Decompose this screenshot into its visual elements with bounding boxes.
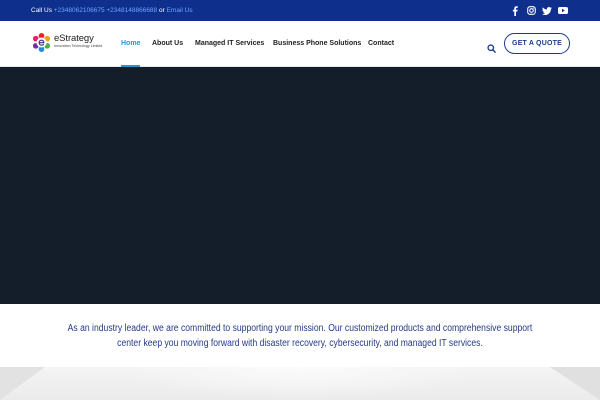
or-label: or	[157, 7, 167, 14]
search-icon[interactable]	[487, 40, 496, 53]
nav-item-home[interactable]: Home	[121, 40, 140, 47]
social-links	[510, 5, 568, 16]
facebook-icon[interactable]	[510, 5, 520, 16]
section-background	[0, 367, 600, 400]
phone-link-1[interactable]: +2348062106675	[54, 7, 105, 14]
nav-item-business-phone-solutions[interactable]: Business Phone Solutions	[273, 40, 361, 47]
contact-info: Call Us +2348062106675 +2348148866688 or…	[31, 7, 193, 14]
logo-name: eStrategy	[54, 33, 94, 44]
hero-banner	[0, 67, 600, 304]
mission-statement: As an industry leader, we are committed …	[67, 322, 533, 349]
site-header: eStrategy Innovation Technology Limited …	[0, 21, 600, 67]
mission-section: As an industry leader, we are committed …	[0, 304, 600, 367]
site-logo[interactable]: eStrategy Innovation Technology Limited	[32, 33, 102, 52]
get-a-quote-button[interactable]: GET A QUOTE	[504, 33, 570, 54]
phone-link-2[interactable]: +2348148866688	[106, 7, 157, 14]
nav-item-managed-it-services[interactable]: Managed IT Services	[195, 40, 264, 47]
youtube-icon[interactable]	[558, 6, 568, 16]
logo-tagline: Innovation Technology Limited	[54, 44, 103, 48]
nav-item-contact[interactable]: Contact	[368, 40, 394, 47]
logo-mark-icon	[32, 33, 51, 52]
call-us-label: Call Us	[31, 7, 54, 14]
instagram-icon[interactable]	[526, 6, 536, 16]
twitter-icon[interactable]	[542, 6, 552, 16]
email-us-link[interactable]: Email Us	[167, 7, 193, 14]
nav-item-about-us[interactable]: About Us	[152, 40, 183, 47]
top-bar: Call Us +2348062106675 +2348148866688 or…	[0, 0, 600, 21]
